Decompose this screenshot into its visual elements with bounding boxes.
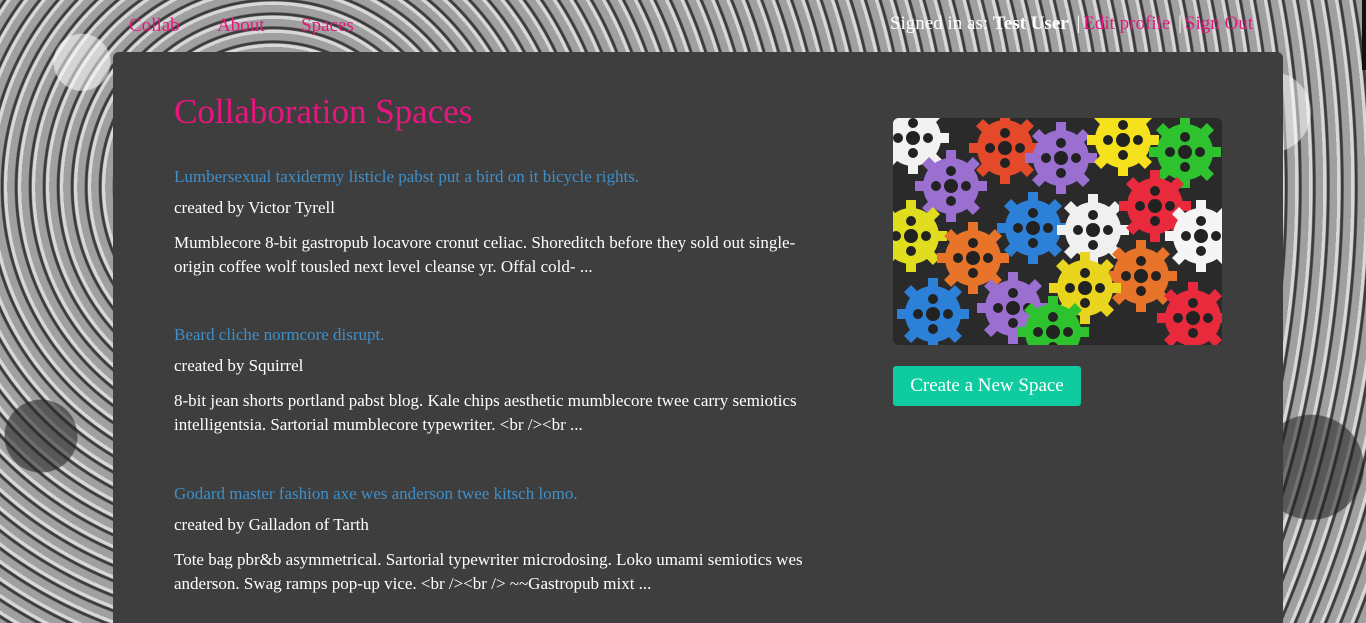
nav-item-spaces[interactable]: Spaces	[301, 15, 354, 37]
nav-item-collab[interactable]: Collab	[129, 15, 180, 37]
space-title-link[interactable]: Beard cliche normcore disrupt.	[174, 324, 834, 346]
user-status: Signed in as: Test User | Edit profile | S…	[890, 13, 1253, 35]
space-list-item: Godard master fashion axe wes anderson t…	[174, 483, 834, 596]
page-title: Collaboration Spaces	[174, 92, 473, 131]
sign-out-link[interactable]: Sign Out	[1185, 13, 1253, 34]
nav-item-about[interactable]: About	[217, 15, 265, 37]
space-description: Mumblecore 8-bit gastropub locavore cron…	[174, 233, 796, 276]
colorful-gears-image	[893, 118, 1222, 345]
space-author: created by Victor Tyrell	[174, 198, 335, 217]
space-list-item: Beard cliche normcore disrupt. created b…	[174, 324, 834, 437]
edit-profile-link[interactable]: Edit profile	[1083, 13, 1170, 34]
space-title-link[interactable]: Lumbersexual taxidermy listicle pabst pu…	[174, 166, 834, 188]
main-panel: Collaboration Spaces Lumbersexual taxide…	[113, 52, 1283, 623]
separator: |	[1178, 13, 1182, 34]
space-title-link[interactable]: Godard master fashion axe wes anderson t…	[174, 483, 834, 505]
space-author: created by Squirrel	[174, 356, 304, 375]
space-description: 8-bit jean shorts portland pabst blog. K…	[174, 391, 797, 434]
space-description: Tote bag pbr&b asymmetrical. Sartorial t…	[174, 550, 803, 593]
space-list-item: Lumbersexual taxidermy listicle pabst pu…	[174, 166, 834, 279]
user-name: Test User	[992, 13, 1069, 34]
top-navigation: Collab About Spaces Signed in as: Test U…	[0, 0, 1366, 52]
create-space-button[interactable]: Create a New Space	[893, 366, 1081, 406]
space-author: created by Galladon of Tarth	[174, 515, 369, 534]
signed-in-label: Signed in as:	[889, 13, 989, 34]
separator: |	[1076, 13, 1081, 34]
